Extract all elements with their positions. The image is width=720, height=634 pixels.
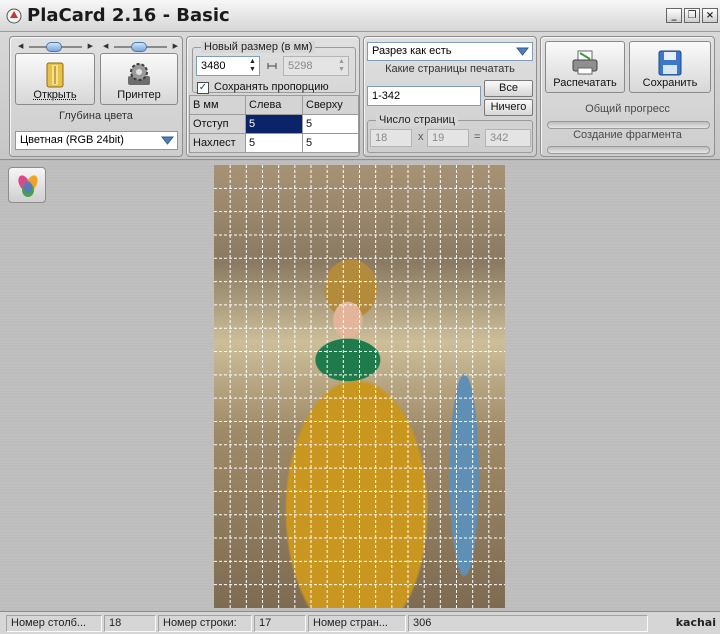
- width-input[interactable]: 3480 ▲ ▼: [196, 56, 260, 76]
- status-bar: Номер столб... 18 Номер строки: 17 Номер…: [0, 611, 720, 634]
- page-number-value: 306: [408, 615, 648, 632]
- link-icon: [267, 63, 277, 69]
- times-sign: x: [418, 131, 424, 143]
- print-label: Распечатать: [553, 77, 617, 89]
- printer-label: Принтер: [117, 89, 161, 101]
- restore-button[interactable]: ❐: [684, 8, 700, 23]
- new-size-title: Новый размер (в мм): [201, 41, 316, 53]
- chevron-down-icon: [516, 47, 529, 56]
- row-label: Нахлест: [189, 133, 246, 153]
- page-number-label: Номер стран...: [308, 615, 406, 632]
- overall-progress-caption: Общий прогресс: [585, 103, 670, 115]
- overlap-top-cell[interactable]: 5: [302, 133, 359, 153]
- table-corner: В мм: [189, 95, 246, 115]
- page-range-value: 1-342: [372, 90, 401, 102]
- row-number-value: 17: [254, 615, 306, 632]
- column-number-value: 18: [104, 615, 156, 632]
- overall-progress-bar: [547, 121, 710, 129]
- watermark: kachai: [675, 616, 716, 629]
- column-number-label: Номер столб...: [6, 615, 102, 632]
- close-button[interactable]: ×: [702, 8, 718, 23]
- printer-button[interactable]: Принтер: [100, 53, 178, 105]
- height-stepper[interactable]: ▲ ▼: [336, 58, 347, 74]
- fragment-progress-bar: [547, 146, 710, 154]
- keep-ratio-checkbox[interactable]: ✓: [197, 82, 209, 94]
- floppy-icon: [658, 50, 682, 76]
- photo-tool-button[interactable]: [8, 167, 46, 203]
- toolbar: ◀ ▶ ◀ ▶ Открыть Принтер Глубина цвета Цвет…: [0, 32, 720, 160]
- photo-icon: [18, 175, 38, 197]
- window-title: PlaCard 2.16 - Basic: [27, 5, 230, 26]
- cut-mode-value: Разрез как есть: [372, 45, 452, 57]
- table-row: Отступ 5 5: [189, 114, 359, 134]
- height-value: 5298: [288, 60, 313, 72]
- rows-count: 19: [427, 129, 469, 147]
- offset-left-cell[interactable]: 5: [245, 114, 303, 134]
- offset-top-cell[interactable]: 5: [302, 114, 359, 134]
- equals-sign: =: [474, 131, 481, 143]
- col-left-header: Слева: [245, 95, 303, 115]
- width-value: 3480: [201, 60, 226, 72]
- keep-ratio-label: Сохранять пропорцию: [214, 81, 329, 93]
- folder-icon: [46, 62, 64, 88]
- page-count-title: Число страниц: [376, 114, 458, 126]
- color-depth-caption: Глубина цвета: [59, 110, 133, 122]
- open-slider[interactable]: ◀ ▶: [17, 42, 94, 52]
- table-row: Нахлест 5 5: [189, 133, 359, 153]
- pages-panel: Разрез как есть Какие страницы печатать …: [363, 36, 537, 157]
- row-number-label: Номер строки:: [158, 615, 252, 632]
- width-stepper[interactable]: ▲ ▼: [247, 58, 258, 74]
- page-grid-overlay: [214, 165, 505, 608]
- open-button[interactable]: Открыть: [15, 53, 95, 105]
- size-panel: Новый размер (в мм) 3480 ▲ ▼ 5298 ▲ ▼ ✓ Со…: [186, 36, 360, 157]
- source-panel: ◀ ▶ ◀ ▶ Открыть Принтер Глубина цвета Цвет…: [9, 36, 183, 157]
- gear-icon: [128, 63, 150, 85]
- offset-table: В мм Слева Сверху Отступ 5 5 Нахлест 5 5: [189, 95, 359, 153]
- printer-slider[interactable]: ◀ ▶: [102, 42, 179, 52]
- minimize-button[interactable]: _: [666, 8, 682, 23]
- chevron-down-icon: [161, 136, 174, 145]
- app-icon: [6, 8, 22, 24]
- cols-count: 18: [370, 129, 412, 147]
- print-button[interactable]: Распечатать: [545, 41, 625, 93]
- col-top-header: Сверху: [302, 95, 359, 115]
- total-pages: 342: [485, 129, 531, 147]
- height-input[interactable]: 5298 ▲ ▼: [283, 56, 349, 76]
- select-all-button[interactable]: Все: [484, 80, 533, 97]
- overlap-left-cell[interactable]: 5: [245, 133, 303, 153]
- select-none-button[interactable]: Ничего: [484, 99, 533, 116]
- actions-panel: Распечатать Сохранить Общий прогресс Соз…: [540, 36, 715, 157]
- printer-icon: [572, 50, 598, 75]
- title-bar: PlaCard 2.16 - Basic _ ❐ ×: [0, 0, 720, 32]
- open-label: Открыть: [33, 89, 77, 101]
- page-range-input[interactable]: 1-342: [367, 86, 481, 106]
- fragment-progress-caption: Создание фрагмента: [573, 129, 682, 141]
- save-label: Сохранить: [642, 77, 698, 89]
- color-depth-value: Цветная (RGB 24bit): [20, 134, 124, 146]
- cut-mode-select[interactable]: Разрез как есть: [367, 42, 533, 61]
- save-button[interactable]: Сохранить: [629, 41, 711, 93]
- preview-area: [0, 161, 720, 611]
- which-pages-caption: Какие страницы печатать: [385, 63, 515, 75]
- image-preview[interactable]: [214, 165, 505, 608]
- color-depth-select[interactable]: Цветная (RGB 24bit): [15, 131, 178, 150]
- row-label: Отступ: [189, 114, 246, 134]
